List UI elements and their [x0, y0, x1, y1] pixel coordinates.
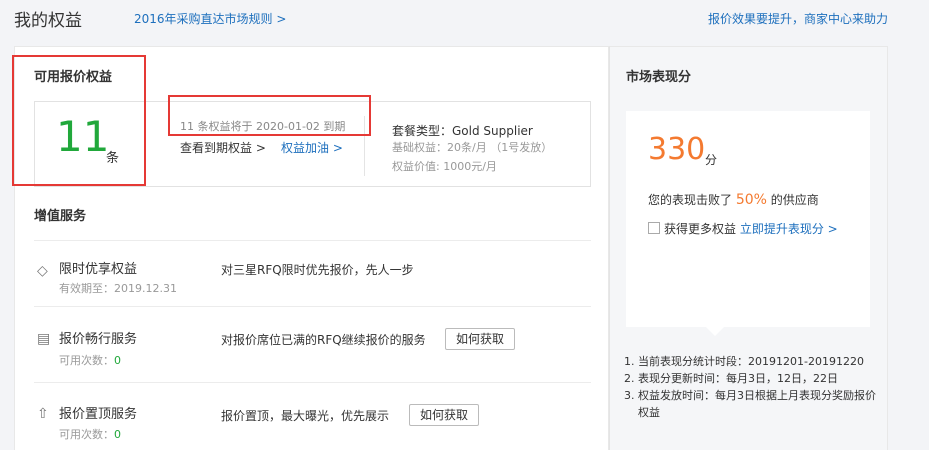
package-type: 套餐类型：Gold Supplier: [392, 124, 533, 138]
how-to-get-button[interactable]: 如何获取: [445, 328, 516, 350]
service-desc: 对报价席位已满的RFQ继续报价的服务: [221, 333, 426, 347]
note-item: 1. 当前表现分统计时段：20191201-20191220: [624, 355, 864, 368]
edit-icon: [648, 222, 660, 234]
score-value: 330: [648, 132, 706, 167]
service-row-quote-pass: ▤ 报价畅行服务 可用次数：0 对报价席位已满的RFQ继续报价的服务 如何获取: [34, 306, 591, 382]
pin-top-icon: ⇧: [37, 406, 49, 422]
note-item: 2. 表现分更新时间：每月3日，12日，22日: [624, 372, 838, 385]
beat-text: 您的表现击败了 50% 的供应商: [648, 192, 819, 208]
quota-summary-box: 11 条 11 条权益将于 2020-01-02 到期 查看到期权益 > 权益加…: [34, 101, 591, 187]
score-unit: 分: [705, 153, 718, 167]
improve-score-link[interactable]: 立即提升表现分 >: [740, 222, 838, 236]
quota-count: 11: [56, 112, 110, 161]
market-rules-link[interactable]: 2016年采购直达市场规则 >: [134, 10, 286, 27]
service-row-quote-pin: ⇧ 报价置顶服务 可用次数：0 报价置顶，最大曝光，优先展示 如何获取: [34, 382, 591, 450]
expire-note: 11 条权益将于 2020-01-02 到期: [180, 120, 346, 133]
merchant-center-help-link[interactable]: 报价效果要提升，商家中心来助力: [708, 10, 888, 27]
base-quota: 基础权益：20条/月 （1号发放）: [392, 141, 553, 154]
available-quota-title: 可用报价权益: [34, 70, 113, 85]
service-sub: 有效期至：2019.12.31: [59, 282, 177, 295]
quota-unit: 条: [106, 151, 120, 166]
benefits-panel: 可用报价权益 11 条 11 条权益将于 2020-01-02 到期 查看到期权…: [14, 46, 609, 450]
score-notes: 1. 当前表现分统计时段：20191201-20191220 2. 表现分更新时间：…: [624, 353, 879, 421]
document-icon: ▤: [37, 331, 51, 347]
service-name: 限时优享权益: [59, 262, 138, 277]
note-item: 3. 权益发放时间：每月3日根据上月表现分奖励报价权益: [624, 389, 876, 419]
more-benefits-row: 获得更多权益 立即提升表现分 >: [648, 220, 838, 237]
quota-divider: [364, 116, 365, 176]
service-sub: 可用次数：0: [59, 428, 121, 441]
how-to-get-button[interactable]: 如何获取: [409, 404, 480, 426]
page-title: 我的权益: [14, 11, 82, 31]
top-bar: 我的权益 2016年采购直达市场规则 > 报价效果要提升，商家中心来助力: [0, 0, 929, 36]
add-quota-link[interactable]: 权益加油 >: [281, 139, 343, 156]
market-score-panel: 市场表现分 330 分 您的表现击败了 50% 的供应商 获得更多权益 立即提升…: [609, 46, 888, 450]
score-card-pointer: [706, 327, 724, 336]
service-desc: 报价置顶，最大曝光，优先展示: [221, 409, 390, 423]
view-expired-quota-link[interactable]: 查看到期权益 >: [180, 139, 266, 156]
service-sub: 可用次数：0: [59, 354, 121, 367]
score-card: 330 分 您的表现击败了 50% 的供应商 获得更多权益 立即提升表现分 >: [626, 111, 870, 336]
quota-value: 权益价值: 1000元/月: [392, 160, 497, 173]
service-desc: 对三星RFQ限时优先报价，先人一步: [221, 263, 414, 277]
service-row-limited-time: ◇ 限时优享权益 有效期至：2019.12.31 对三星RFQ限时优先报价，先人…: [34, 240, 591, 306]
market-score-title: 市场表现分: [626, 70, 692, 85]
value-added-services-title: 增值服务: [34, 209, 87, 224]
service-name: 报价置顶服务: [59, 407, 138, 422]
diamond-icon: ◇: [37, 263, 48, 279]
service-name: 报价畅行服务: [59, 332, 138, 347]
